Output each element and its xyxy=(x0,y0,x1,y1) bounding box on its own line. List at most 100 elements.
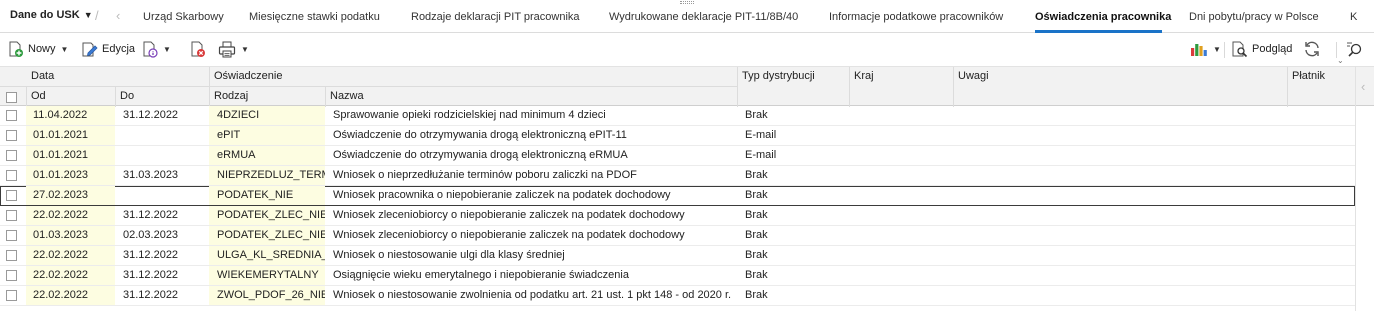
active-tab-indicator xyxy=(1035,30,1162,33)
row-checkbox[interactable] xyxy=(6,270,17,281)
column-divider xyxy=(849,67,850,107)
row-checkbox[interactable] xyxy=(6,170,17,181)
row-checkbox[interactable] xyxy=(6,130,17,141)
header-col-kind[interactable]: Rodzaj xyxy=(214,90,248,102)
table-row[interactable]: 01.01.2021 ePIT Oświadczenie do otrzymyw… xyxy=(0,126,1355,146)
tab-oswiadczenia-pracownika[interactable]: Oświadczenia pracownika xyxy=(1035,11,1171,23)
cell-name: Osiągnięcie wieku emerytalnego i niepobi… xyxy=(333,269,629,281)
cell-to: 31.12.2022 xyxy=(123,249,179,261)
tab-overflow[interactable]: K xyxy=(1350,11,1357,23)
table-row[interactable]: 22.02.2022 31.12.2022 PODATEK_ZLEC_NIE W… xyxy=(0,206,1355,226)
cell-distribution: Brak xyxy=(745,269,768,281)
cell-to: 31.12.2022 xyxy=(123,289,179,301)
column-divider xyxy=(737,67,738,107)
cell-from: 01.03.2023 xyxy=(26,226,115,245)
new-button[interactable]: Nowy ▼ xyxy=(8,40,68,58)
new-document-icon xyxy=(8,41,24,58)
tab-main-menu[interactable]: Dane do USK ▼ xyxy=(10,9,93,21)
cell-kind: ePIT xyxy=(209,126,325,145)
document-info-button[interactable]: ▼ xyxy=(142,40,171,58)
tab-divider: / xyxy=(95,8,99,23)
header-col-payer[interactable]: Płatnik xyxy=(1292,70,1325,82)
chevron-down-icon[interactable]: ▼ xyxy=(241,45,249,54)
chevron-down-icon: ▼ xyxy=(83,10,93,20)
cell-kind: ZWOL_PDOF_26_NIE xyxy=(209,286,325,305)
edit-icon xyxy=(81,41,98,58)
row-checkbox[interactable] xyxy=(6,190,17,201)
header-group-divider xyxy=(0,86,26,87)
chevron-left-icon[interactable]: ‹ xyxy=(116,8,120,23)
chevron-left-icon[interactable]: ‹ xyxy=(1361,79,1365,94)
cell-to: 31.12.2022 xyxy=(123,209,179,221)
cell-kind: NIEPRZEDLUZ_TERM xyxy=(209,166,325,185)
table-row[interactable]: 22.02.2022 31.12.2022 ZWOL_PDOF_26_NIE W… xyxy=(0,286,1355,306)
row-checkbox[interactable] xyxy=(6,230,17,241)
header-col-country[interactable]: Kraj xyxy=(854,70,874,82)
table-row[interactable]: 01.03.2023 02.03.2023 PODATEK_ZLEC_NIE W… xyxy=(0,226,1355,246)
tab-urzad-skarbowy[interactable]: Urząd Skarbowy xyxy=(143,11,224,23)
cell-to xyxy=(115,146,209,165)
preview-button[interactable]: Podgląd xyxy=(1231,40,1292,58)
tab-informacje-podatkowe[interactable]: Informacje podatkowe pracowników xyxy=(829,11,1003,23)
header-col-distribution[interactable]: Typ dystrybucji xyxy=(742,70,815,82)
cell-to: 31.12.2022 xyxy=(123,269,179,281)
cell-name: Wniosek o niestosowanie zwolnienia od po… xyxy=(333,289,732,301)
cell-to: 02.03.2023 xyxy=(123,229,179,241)
toolbar-collapse-toggle[interactable]: ⌄ xyxy=(1337,55,1344,65)
header-col-name[interactable]: Nazwa xyxy=(330,90,364,102)
edit-button-label: Edycja xyxy=(102,43,136,55)
row-checkbox[interactable] xyxy=(6,290,17,301)
select-all-checkbox[interactable] xyxy=(6,92,17,103)
drag-handle[interactable] xyxy=(680,1,694,4)
tab-dni-pobytu[interactable]: Dni pobytu/pracy w Polsce xyxy=(1189,11,1319,23)
cell-distribution: E-mail xyxy=(745,129,777,141)
chevron-down-icon[interactable]: ▼ xyxy=(1213,45,1221,54)
cell-kind: PODATEK_NIE xyxy=(209,186,325,205)
tab-rodzaje-deklaracji[interactable]: Rodzaje deklaracji PIT pracownika xyxy=(411,11,580,23)
table-row[interactable]: 22.02.2022 31.12.2022 ULGA_KL_SREDNIA_N … xyxy=(0,246,1355,266)
print-button[interactable]: ▼ xyxy=(218,40,249,58)
table-row[interactable]: 22.02.2022 31.12.2022 WIEKEMERYTALNY Osi… xyxy=(0,266,1355,286)
header-col-from[interactable]: Od xyxy=(31,90,46,102)
preview-button-label: Podgląd xyxy=(1252,43,1293,55)
row-checkbox[interactable] xyxy=(6,150,17,161)
tab-wydrukowane-deklaracje[interactable]: Wydrukowane deklaracje PIT-11/8B/40 xyxy=(609,11,798,23)
row-checkbox[interactable] xyxy=(6,210,17,221)
cell-from: 22.02.2022 xyxy=(26,206,115,225)
chevron-down-icon[interactable]: ▼ xyxy=(163,45,171,54)
chevron-down-icon: ⌄ xyxy=(1337,55,1344,65)
refresh-icon xyxy=(1303,40,1321,58)
chart-button[interactable]: ▼ xyxy=(1190,40,1221,58)
cell-kind: WIEKEMERYTALNY xyxy=(209,266,325,285)
cell-distribution: Brak xyxy=(745,249,768,261)
row-checkbox[interactable] xyxy=(6,250,17,261)
cell-from: 01.01.2021 xyxy=(26,146,115,165)
cell-name: Wniosek o niestosowanie ulgi dla klasy ś… xyxy=(333,249,565,261)
cell-to: 31.12.2022 xyxy=(123,109,179,121)
delete-button[interactable] xyxy=(190,40,206,58)
table-row[interactable]: 01.01.2021 eRMUA Oświadczenie do otrzymy… xyxy=(0,146,1355,166)
cell-distribution: E-mail xyxy=(745,149,777,161)
tab-main-label: Dane do USK xyxy=(10,9,80,21)
cell-distribution: Brak xyxy=(745,109,768,121)
cell-distribution: Brak xyxy=(745,289,768,301)
table-row[interactable]: 11.04.2022 31.12.2022 4DZIECI Sprawowani… xyxy=(0,106,1355,126)
cell-from: 01.01.2021 xyxy=(26,126,115,145)
table-row-selected[interactable]: 27.02.2023 PODATEK_NIE Wniosek pracownik… xyxy=(0,186,1355,206)
chart-icon xyxy=(1190,41,1208,57)
tab-miesieczne-stawki[interactable]: Miesięczne stawki podatku xyxy=(249,11,380,23)
column-divider xyxy=(115,86,116,107)
column-divider xyxy=(209,67,210,107)
chevron-down-icon[interactable]: ▼ xyxy=(61,45,69,54)
row-checkbox[interactable] xyxy=(6,110,17,121)
cell-from: 11.04.2022 xyxy=(26,106,115,125)
header-group-data: Data xyxy=(31,70,55,82)
table-row[interactable]: 01.01.2023 31.03.2023 NIEPRZEDLUZ_TERM W… xyxy=(0,166,1355,186)
grid-body: 11.04.2022 31.12.2022 4DZIECI Sprawowani… xyxy=(0,106,1355,306)
cell-kind: eRMUA xyxy=(209,146,325,165)
edit-button[interactable]: Edycja xyxy=(81,40,135,58)
search-button[interactable] xyxy=(1346,40,1363,58)
header-col-notes[interactable]: Uwagi xyxy=(958,70,989,82)
refresh-button[interactable] xyxy=(1303,40,1321,58)
header-col-to[interactable]: Do xyxy=(120,90,134,102)
